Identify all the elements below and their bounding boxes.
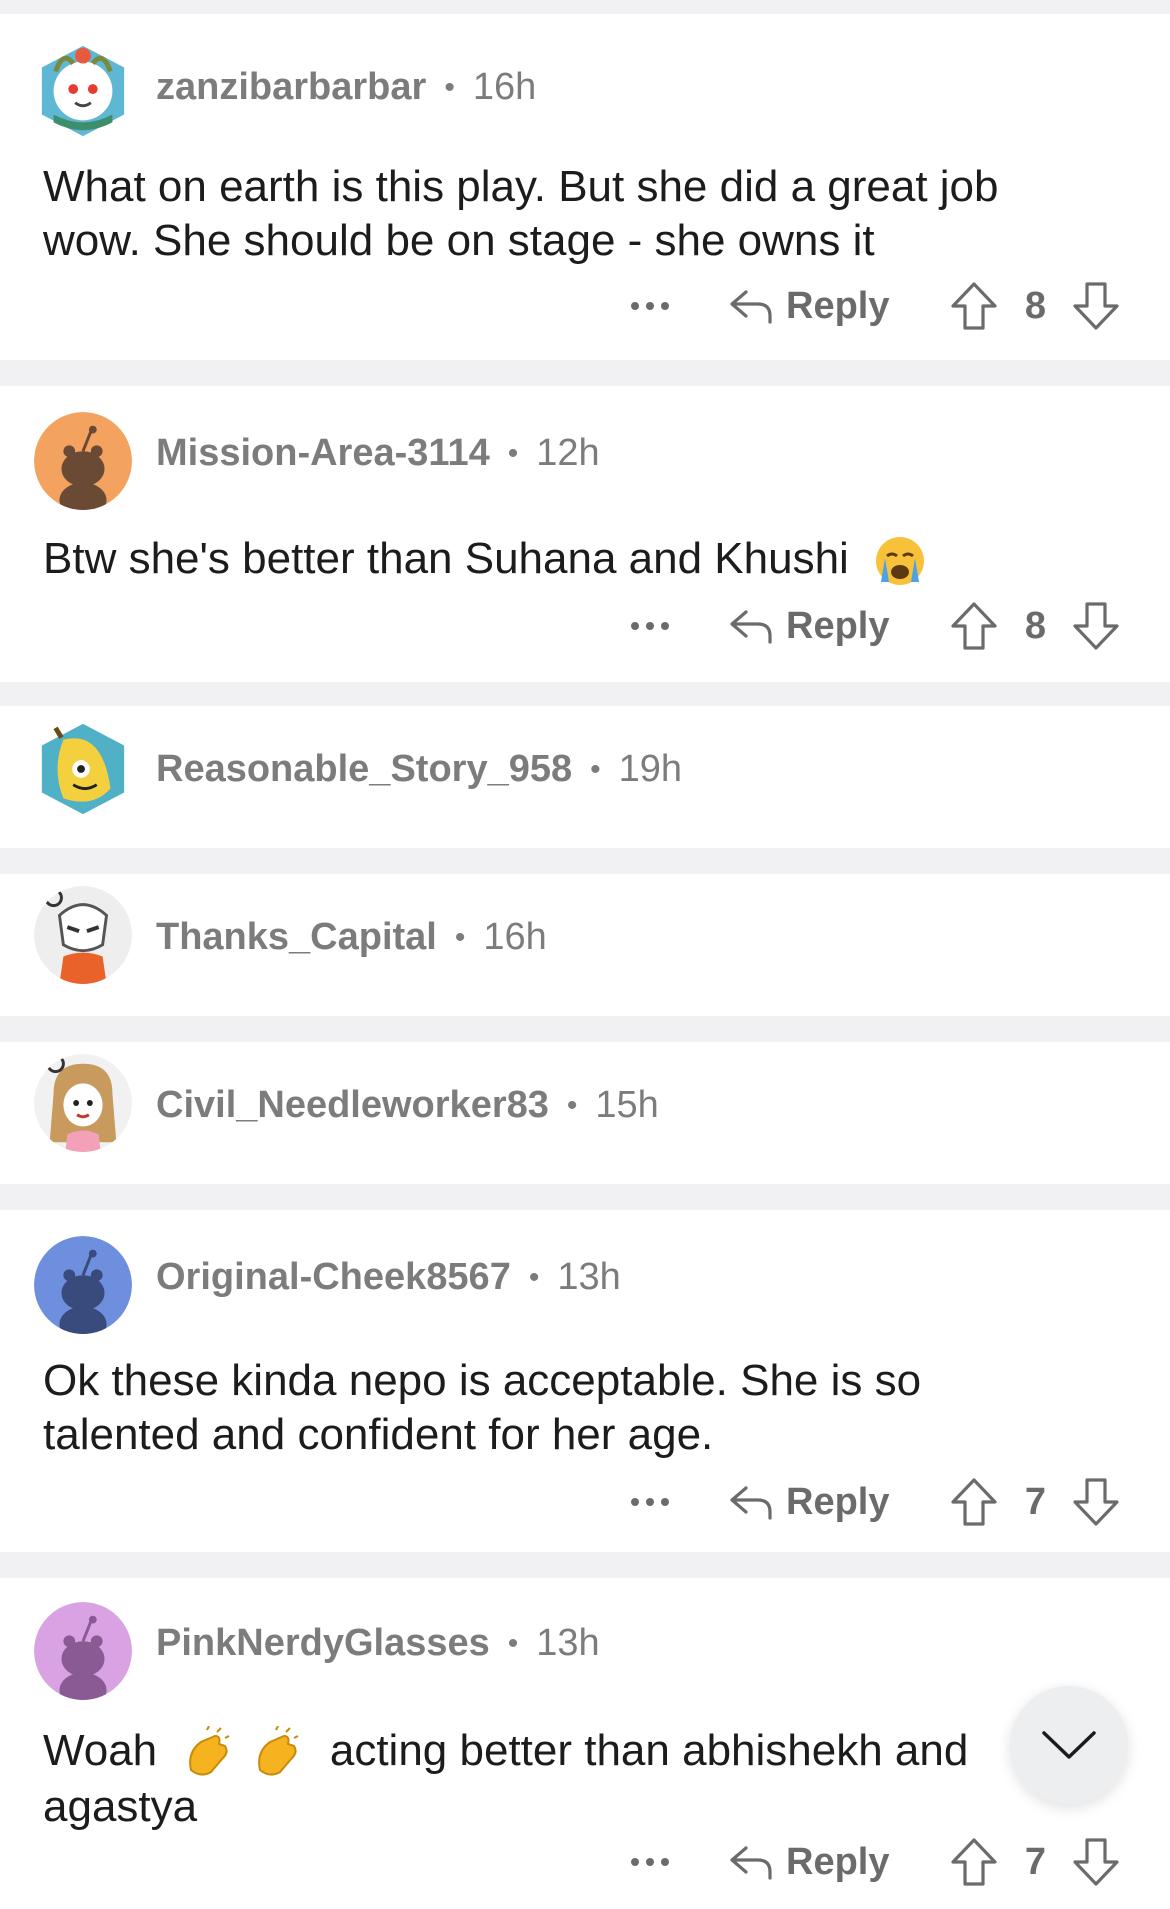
downvote-arrow-icon[interactable] xyxy=(1071,600,1121,652)
user-avatar[interactable] xyxy=(34,1602,132,1700)
comment-card: Original-Cheek8567 • 13h Ok these kinda … xyxy=(0,1210,1170,1552)
comment-actions: Reply 8 xyxy=(620,276,1140,336)
downvote-arrow-icon[interactable] xyxy=(1071,1476,1121,1528)
comment-actions: Reply 7 xyxy=(620,1832,1140,1892)
separator-dot: • xyxy=(454,920,466,954)
upvote-arrow-icon[interactable] xyxy=(949,1836,999,1888)
chevron-down-icon xyxy=(1042,1731,1096,1759)
comment-meta: Mission-Area-3114 • 12h xyxy=(156,432,600,475)
vote-score: 8 xyxy=(1024,604,1047,647)
reply-button[interactable]: Reply xyxy=(728,285,889,328)
reply-label: Reply xyxy=(786,284,890,327)
reply-arrow-icon xyxy=(730,290,772,324)
comment-meta: Original-Cheek8567 • 13h xyxy=(156,1256,621,1299)
username[interactable]: Reasonable_Story_958 xyxy=(156,748,572,791)
comment-meta: PinkNerdyGlasses • 13h xyxy=(156,1622,600,1665)
reply-button[interactable]: Reply xyxy=(728,605,889,648)
comment-actions: Reply 8 xyxy=(620,596,1140,656)
user-avatar[interactable] xyxy=(34,886,132,984)
comment-meta: Reasonable_Story_958 • 19h xyxy=(156,748,682,791)
user-avatar[interactable] xyxy=(34,1236,132,1334)
comment-text: What on earth is this play. But she did … xyxy=(43,160,1043,268)
reply-label: Reply xyxy=(786,1480,890,1523)
comment-line: Woah acting better than abhishekh and xyxy=(43,1724,1013,1780)
comment-meta: zanzibarbarbar • 16h xyxy=(156,66,536,109)
comment-text: Ok these kinda nepo is acceptable. She i… xyxy=(43,1354,1043,1462)
downvote-arrow-icon[interactable] xyxy=(1071,1836,1121,1888)
comment-feed: zanzibarbarbar • 16h What on earth is th… xyxy=(0,0,1170,1909)
comment-actions: Reply 7 xyxy=(620,1472,1140,1532)
timestamp: 12h xyxy=(536,432,600,474)
reply-label: Reply xyxy=(786,604,890,647)
timestamp: 15h xyxy=(595,1084,659,1126)
clapping-hands-icon xyxy=(257,1726,299,1776)
separator-dot: • xyxy=(507,436,519,470)
clapping-hands-icon xyxy=(189,1726,230,1776)
separator-dot: • xyxy=(507,1626,519,1660)
comment-line-start: Woah xyxy=(43,1726,158,1775)
user-avatar[interactable] xyxy=(34,412,132,510)
comment-line-end: acting better than abhishekh and xyxy=(329,1726,969,1775)
reply-label: Reply xyxy=(786,1840,890,1883)
separator-dot: • xyxy=(590,752,601,786)
more-icon[interactable] xyxy=(620,1498,680,1506)
more-icon[interactable] xyxy=(620,302,680,310)
upvote-arrow-icon[interactable] xyxy=(949,1476,999,1528)
comment-line: talented and confident for her age. xyxy=(43,1410,714,1459)
username[interactable]: Mission-Area-3114 xyxy=(156,432,490,475)
username[interactable]: PinkNerdyGlasses xyxy=(156,1622,490,1665)
vote-score: 7 xyxy=(1024,1480,1047,1523)
separator-dot: • xyxy=(444,70,455,104)
comment-text: Btw she's better than Suhana and Khushi xyxy=(43,532,1043,588)
username[interactable]: zanzibarbarbar xyxy=(156,66,426,109)
scroll-next-button[interactable] xyxy=(1010,1686,1128,1804)
upvote-arrow-icon[interactable] xyxy=(949,600,999,652)
username[interactable]: Thanks_Capital xyxy=(156,916,437,959)
comment-line: Ok these kinda nepo is acceptable. She i… xyxy=(43,1356,922,1405)
reply-arrow-icon xyxy=(730,1486,772,1520)
reply-button[interactable]: Reply xyxy=(728,1841,889,1884)
user-avatar[interactable] xyxy=(34,42,132,140)
comment-meta: Thanks_Capital • 16h xyxy=(156,916,547,959)
comment-card: PinkNerdyGlasses • 13h Woah acting bette… xyxy=(0,1578,1170,1909)
separator-dot: • xyxy=(528,1260,540,1294)
timestamp: 16h xyxy=(472,66,537,108)
crying-face-icon xyxy=(876,537,925,586)
user-avatar[interactable] xyxy=(34,720,132,818)
user-avatar[interactable] xyxy=(34,1054,132,1152)
comment-meta: Civil_Needleworker83 • 15h xyxy=(156,1084,659,1127)
vote-score: 7 xyxy=(1024,1840,1047,1883)
comment-text: Woah acting better than abhishekh and ag… xyxy=(43,1724,1013,1834)
reply-arrow-icon xyxy=(730,610,772,644)
comment-line: Btw she's better than Suhana and Khushi xyxy=(43,534,849,583)
timestamp: 19h xyxy=(618,748,683,790)
comment-card: zanzibarbarbar • 16h What on earth is th… xyxy=(0,14,1170,360)
username[interactable]: Civil_Needleworker83 xyxy=(156,1084,549,1127)
downvote-arrow-icon[interactable] xyxy=(1071,280,1121,332)
comment-card-collapsed[interactable]: Civil_Needleworker83 • 15h xyxy=(0,1042,1170,1184)
comment-card: Mission-Area-3114 • 12h Btw she's better… xyxy=(0,386,1170,682)
comment-card-collapsed[interactable]: Reasonable_Story_958 • 19h xyxy=(0,706,1170,848)
vote-score: 8 xyxy=(1024,284,1047,327)
comment-line: wow. She should be on stage - she owns i… xyxy=(43,216,875,265)
comment-card-collapsed[interactable]: Thanks_Capital • 16h xyxy=(0,874,1170,1016)
more-icon[interactable] xyxy=(620,1858,680,1866)
separator-dot: • xyxy=(566,1088,578,1122)
timestamp: 13h xyxy=(557,1256,621,1298)
more-icon[interactable] xyxy=(620,622,680,630)
reply-arrow-icon xyxy=(730,1846,772,1880)
timestamp: 13h xyxy=(536,1622,600,1664)
reply-button[interactable]: Reply xyxy=(728,1481,889,1524)
comment-line: agastya xyxy=(43,1782,198,1832)
username[interactable]: Original-Cheek8567 xyxy=(156,1256,511,1299)
comment-line: What on earth is this play. But she did … xyxy=(43,162,999,211)
timestamp: 16h xyxy=(483,916,547,958)
upvote-arrow-icon[interactable] xyxy=(949,280,999,332)
